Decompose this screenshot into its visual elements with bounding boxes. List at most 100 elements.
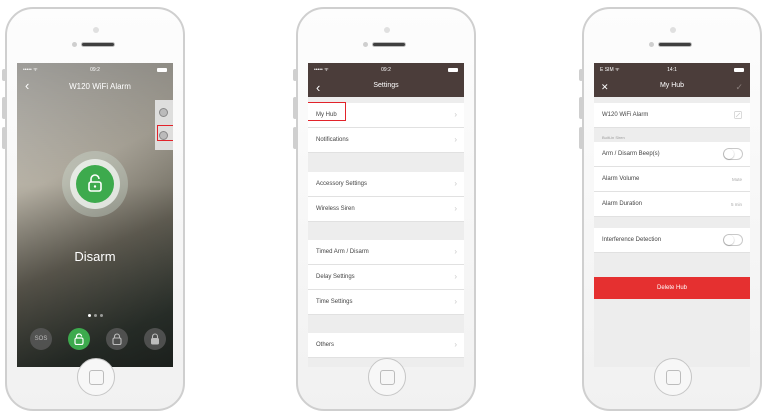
edit-icon[interactable] (734, 111, 742, 119)
home-button[interactable] (654, 358, 692, 396)
lock-icon (151, 333, 159, 345)
home-screen: ••••• ᯤ 09:2 ‹ W120 WiFi Alarm Disarm SO… (17, 63, 173, 367)
status-time: 09:2 (90, 67, 100, 73)
settings-navbar: ••••• ᯤ 09:2 ‹ Settings (308, 63, 464, 97)
chevron-right-icon: › (454, 272, 457, 281)
back-arrow-icon[interactable]: ‹ (25, 79, 29, 92)
side-button (293, 97, 297, 119)
hub-name-row[interactable]: W120 WiFi Alarm (594, 103, 750, 128)
settings-item-others[interactable]: Others › (308, 333, 464, 358)
chevron-right-icon: › (454, 247, 457, 256)
side-button (2, 69, 6, 81)
status-bar: ••••• ᯤ 09:2 (23, 67, 167, 75)
settings-item-timed-arm[interactable]: Timed Arm / Disarm › (308, 240, 464, 265)
alarm-volume-row[interactable]: Alarm Volume Mute (594, 167, 750, 192)
alarm-duration-row[interactable]: Alarm Duration 5 min (594, 192, 750, 217)
earpiece-speaker (658, 42, 692, 47)
status-time: 14:1 (667, 67, 677, 73)
side-button (2, 97, 6, 119)
chevron-right-icon: › (454, 204, 457, 213)
sensor-dot (649, 42, 654, 47)
page-dot (87, 314, 91, 317)
home-button[interactable] (77, 358, 115, 396)
unlock-icon (88, 174, 102, 192)
settings-item-label: Delay Settings (316, 274, 355, 280)
settings-item-label: Wireless Siren (316, 206, 355, 212)
settings-item-delay[interactable]: Delay Settings › (308, 265, 464, 290)
earpiece-speaker (372, 42, 406, 47)
my-hub-screen: E SIM ᯤ 14:1 ✕ My Hub ✓ W120 WiFi Alarm … (594, 63, 750, 367)
device-title: W120 WiFi Alarm (69, 82, 131, 91)
settings-screen: ••••• ᯤ 09:2 ‹ Settings My Hub › Notific… (308, 63, 464, 367)
front-camera (670, 27, 676, 33)
interference-detection-row: Interference Detection (594, 228, 750, 253)
home-arm-button[interactable] (106, 328, 128, 350)
my-hub-navbar: E SIM ᯤ 14:1 ✕ My Hub ✓ (594, 63, 750, 97)
settings-title: Settings (373, 82, 399, 89)
battery-icon (157, 68, 167, 72)
row-label: Interference Detection (602, 237, 662, 243)
side-button (579, 97, 583, 119)
side-button (2, 127, 6, 149)
page-dot (99, 314, 103, 317)
sensor-dot (72, 42, 77, 47)
side-button (293, 127, 297, 149)
status-bar: ••••• ᯤ 09:2 (314, 67, 458, 75)
my-hub-list: W120 WiFi Alarm Built-in Siren Arm / Dis… (594, 97, 750, 367)
arm-disarm-beep-row: Arm / Disarm Beep(s) (594, 142, 750, 167)
sensor-dot (363, 42, 368, 47)
chevron-right-icon: › (454, 297, 457, 306)
highlight-box (157, 125, 173, 141)
row-value: Mute (731, 177, 742, 182)
page-dot (93, 314, 97, 317)
interference-toggle[interactable] (723, 234, 743, 246)
side-button (579, 69, 583, 81)
earpiece-speaker (81, 42, 115, 47)
section-label: Built-in Siren (602, 135, 625, 140)
sos-label: SOS (34, 336, 48, 342)
hub-name: W120 WiFi Alarm (602, 112, 649, 118)
battery-icon (734, 68, 744, 72)
chevron-right-icon: › (454, 135, 457, 144)
row-value: 5 min (730, 202, 742, 207)
beep-toggle[interactable] (723, 148, 743, 160)
check-icon[interactable]: ✓ (735, 81, 743, 94)
battery-icon (448, 68, 458, 72)
camera-toggle-icon[interactable] (159, 108, 168, 117)
row-label: Arm / Disarm Beep(s) (602, 151, 660, 157)
chevron-right-icon: › (454, 179, 457, 188)
row-label: Alarm Volume (602, 176, 640, 182)
my-hub-title: My Hub (659, 82, 685, 89)
disarm-mode-button[interactable] (68, 328, 90, 350)
chevron-right-icon: › (454, 340, 457, 349)
status-time: 09:2 (381, 67, 391, 73)
side-button (293, 69, 297, 81)
settings-item-label: Accessory Settings (316, 181, 368, 187)
home-lock-icon (112, 333, 122, 345)
settings-item-label: Others (316, 342, 335, 348)
phone-frame-settings: ••••• ᯤ 09:2 ‹ Settings My Hub › Notific… (293, 7, 488, 416)
back-arrow-icon[interactable]: ‹ (316, 81, 320, 94)
close-icon[interactable]: ✕ (601, 81, 609, 94)
settings-item-time[interactable]: Time Settings › (308, 290, 464, 315)
row-label: Alarm Duration (602, 201, 643, 207)
side-button (579, 127, 583, 149)
highlight-box (308, 102, 346, 121)
unlock-icon (74, 333, 84, 345)
settings-item-accessory[interactable]: Accessory Settings › (308, 172, 464, 197)
settings-list: My Hub › Notifications › Accessory Setti… (308, 97, 464, 367)
settings-item-label: Notifications (316, 137, 349, 143)
settings-item-label: Time Settings (316, 299, 353, 305)
delete-hub-button[interactable]: Delete Hub (594, 277, 750, 299)
front-camera (93, 27, 99, 33)
page-indicator (17, 304, 173, 322)
home-button[interactable] (368, 358, 406, 396)
chevron-right-icon: › (454, 110, 457, 119)
sos-button[interactable]: SOS (30, 328, 52, 350)
phone-frame-home: ••••• ᯤ 09:2 ‹ W120 WiFi Alarm Disarm SO… (2, 7, 197, 416)
settings-item-wireless-siren[interactable]: Wireless Siren › (308, 197, 464, 222)
status-bar: E SIM ᯤ 14:1 (600, 67, 744, 75)
arm-button[interactable] (144, 328, 166, 350)
alarm-status-label: Disarm (74, 249, 116, 264)
settings-item-notifications[interactable]: Notifications › (308, 128, 464, 153)
